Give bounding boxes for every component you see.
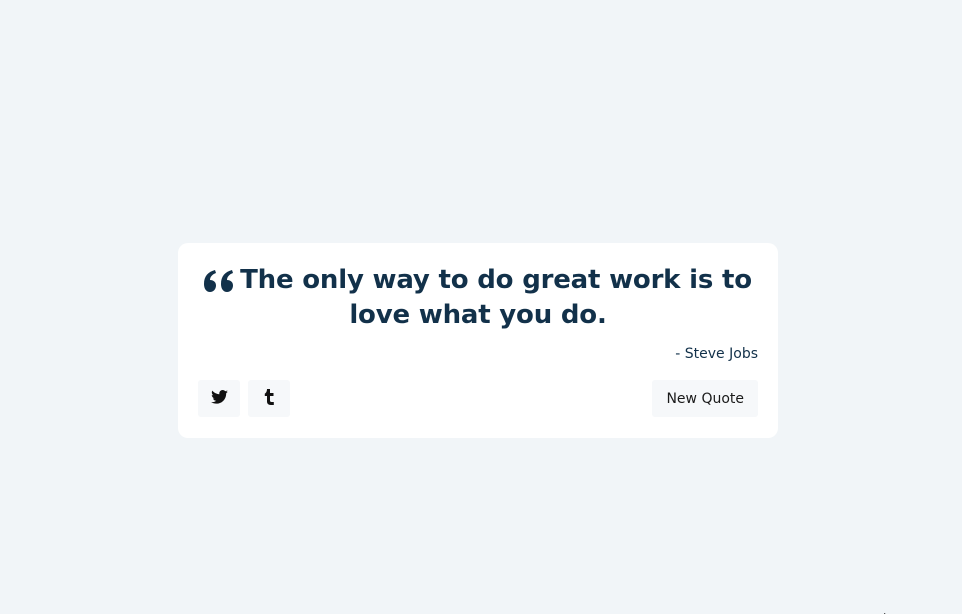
twitter-icon: [210, 389, 228, 408]
actions-bar: New Quote: [198, 380, 758, 417]
tumblr-quote-button[interactable]: [248, 380, 290, 417]
quote-text-container: The only way to do great work is to love…: [198, 263, 758, 333]
page: The only way to do great work is to love…: [0, 0, 962, 614]
mouse-cursor-icon: [884, 606, 892, 614]
quote-author: - Steve Jobs: [675, 346, 758, 362]
quote-box: The only way to do great work is to love…: [178, 243, 778, 438]
tumblr-icon: [264, 388, 275, 409]
quote-text: The only way to do great work is to love…: [240, 265, 752, 330]
tweet-quote-button[interactable]: [198, 380, 240, 417]
new-quote-button[interactable]: New Quote: [652, 380, 758, 417]
quote-left-icon: [204, 270, 234, 292]
